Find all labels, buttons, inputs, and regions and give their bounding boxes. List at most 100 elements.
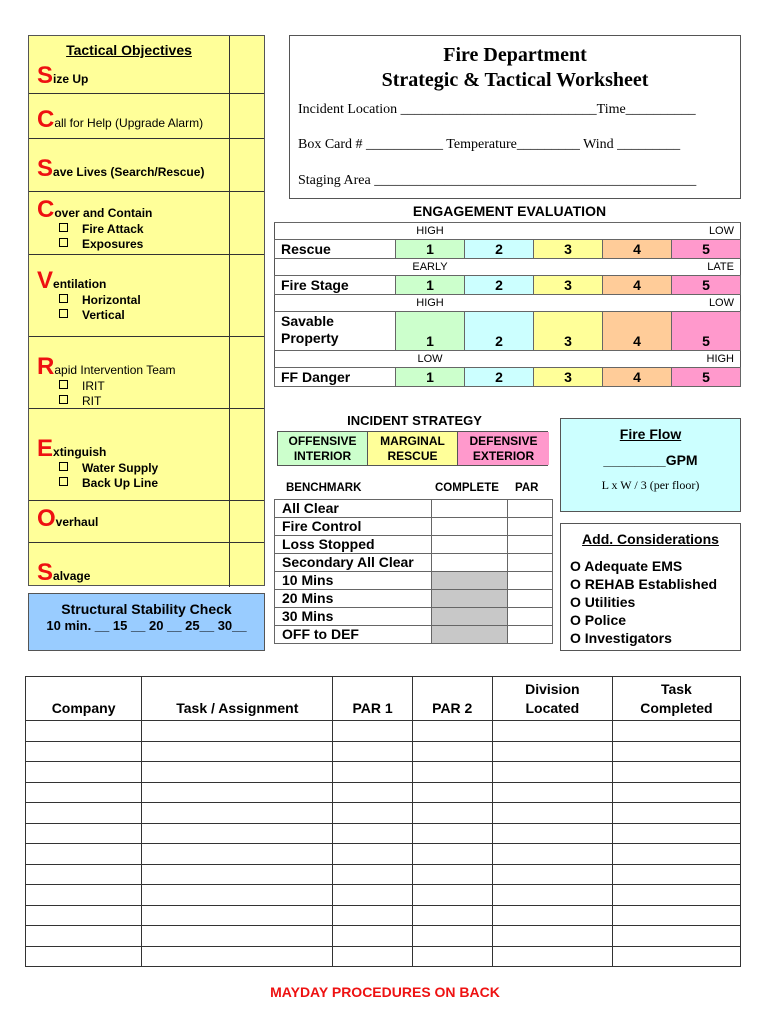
engagement-rating-cell[interactable]: 1 — [395, 311, 465, 351]
crew-cell[interactable] — [141, 945, 334, 967]
benchmark-par-cell[interactable] — [507, 499, 553, 518]
objective-sub-item[interactable]: Fire Attack — [59, 222, 144, 237]
crew-cell[interactable] — [332, 781, 413, 803]
crew-cell[interactable] — [611, 904, 742, 926]
crew-cell[interactable] — [332, 863, 413, 885]
crew-cell[interactable] — [141, 720, 334, 742]
engagement-rating-cell[interactable]: 2 — [464, 367, 534, 387]
benchmark-complete-cell[interactable] — [431, 553, 508, 572]
crew-cell[interactable] — [141, 863, 334, 885]
crew-cell[interactable] — [332, 720, 413, 742]
crew-cell[interactable] — [611, 822, 742, 844]
benchmark-complete-cell[interactable] — [431, 517, 508, 536]
engagement-rating-cell[interactable]: 1 — [395, 275, 465, 295]
crew-cell[interactable] — [611, 925, 742, 947]
crew-cell[interactable] — [491, 781, 613, 803]
objective-check-cell[interactable] — [229, 94, 264, 138]
crew-cell[interactable] — [611, 863, 742, 885]
crew-cell[interactable] — [491, 740, 613, 762]
crew-cell[interactable] — [141, 761, 334, 783]
crew-cell[interactable] — [332, 761, 413, 783]
engagement-rating-cell[interactable]: 2 — [464, 275, 534, 295]
objective-sub-item[interactable]: Exposures — [59, 237, 144, 252]
crew-cell[interactable] — [411, 863, 493, 885]
crew-cell[interactable] — [24, 884, 143, 906]
consideration-item[interactable]: O Utilities — [570, 593, 740, 611]
box-card-temp-wind-field[interactable]: Box Card # ___________ Temperature______… — [298, 137, 680, 153]
engagement-rating-cell[interactable]: 5 — [671, 311, 741, 351]
crew-cell[interactable] — [141, 884, 334, 906]
crew-cell[interactable] — [411, 802, 493, 824]
engagement-rating-cell[interactable]: 3 — [533, 311, 603, 351]
crew-cell[interactable] — [24, 822, 143, 844]
crew-cell[interactable] — [24, 863, 143, 885]
crew-cell[interactable] — [491, 822, 613, 844]
crew-cell[interactable] — [411, 781, 493, 803]
crew-cell[interactable] — [24, 843, 143, 865]
engagement-rating-cell[interactable]: 3 — [533, 367, 603, 387]
strategy-option-defensive[interactable]: DEFENSIVE EXTERIOR — [458, 432, 549, 465]
fire-flow-gpm-field[interactable]: ________GPM — [561, 452, 740, 468]
engagement-rating-cell[interactable]: 1 — [395, 239, 465, 259]
consideration-item[interactable]: O REHAB Established — [570, 575, 740, 593]
crew-cell[interactable] — [411, 720, 493, 742]
crew-cell[interactable] — [491, 761, 613, 783]
engagement-rating-cell[interactable]: 4 — [602, 275, 672, 295]
crew-cell[interactable] — [141, 781, 334, 803]
objective-check-cell[interactable] — [229, 36, 264, 93]
engagement-rating-cell[interactable]: 1 — [395, 367, 465, 387]
crew-cell[interactable] — [332, 884, 413, 906]
incident-location-time-field[interactable]: Incident Location ______________________… — [298, 102, 696, 118]
consideration-item[interactable]: O Adequate EMS — [570, 557, 740, 575]
checkbox-icon[interactable] — [59, 477, 68, 486]
crew-cell[interactable] — [332, 822, 413, 844]
crew-cell[interactable] — [141, 740, 334, 762]
strategy-option-offensive[interactable]: OFFENSIVE INTERIOR — [278, 432, 368, 465]
objective-sub-item[interactable]: Back Up Line — [59, 476, 158, 491]
crew-cell[interactable] — [491, 945, 613, 967]
structural-stability-times[interactable]: 10 min. __ 15 __ 20 __ 25__ 30__ — [29, 618, 264, 633]
crew-cell[interactable] — [411, 925, 493, 947]
crew-cell[interactable] — [411, 822, 493, 844]
benchmark-complete-cell[interactable] — [431, 535, 508, 554]
crew-cell[interactable] — [611, 761, 742, 783]
checkbox-icon[interactable] — [59, 223, 68, 232]
crew-cell[interactable] — [411, 945, 493, 967]
benchmark-par-cell[interactable] — [507, 625, 553, 644]
checkbox-icon[interactable] — [59, 294, 68, 303]
objective-check-cell[interactable] — [229, 501, 264, 542]
benchmark-par-cell[interactable] — [507, 553, 553, 572]
objective-sub-item[interactable]: RIT — [59, 394, 105, 409]
crew-cell[interactable] — [24, 781, 143, 803]
crew-cell[interactable] — [141, 904, 334, 926]
objective-check-cell[interactable] — [229, 139, 264, 191]
crew-cell[interactable] — [491, 843, 613, 865]
crew-cell[interactable] — [24, 720, 143, 742]
crew-cell[interactable] — [24, 802, 143, 824]
checkbox-icon[interactable] — [59, 380, 68, 389]
engagement-rating-cell[interactable]: 4 — [602, 367, 672, 387]
crew-cell[interactable] — [411, 884, 493, 906]
crew-cell[interactable] — [611, 802, 742, 824]
objective-sub-item[interactable]: Horizontal — [59, 293, 141, 308]
crew-cell[interactable] — [141, 843, 334, 865]
engagement-rating-cell[interactable]: 3 — [533, 275, 603, 295]
crew-cell[interactable] — [611, 843, 742, 865]
strategy-option-marginal[interactable]: MARGINAL RESCUE — [368, 432, 458, 465]
engagement-rating-cell[interactable]: 2 — [464, 311, 534, 351]
benchmark-par-cell[interactable] — [507, 517, 553, 536]
crew-cell[interactable] — [141, 925, 334, 947]
crew-cell[interactable] — [141, 822, 334, 844]
crew-cell[interactable] — [491, 802, 613, 824]
crew-cell[interactable] — [611, 740, 742, 762]
engagement-rating-cell[interactable]: 3 — [533, 239, 603, 259]
crew-cell[interactable] — [491, 720, 613, 742]
crew-cell[interactable] — [491, 863, 613, 885]
checkbox-icon[interactable] — [59, 309, 68, 318]
objective-sub-item[interactable]: Vertical — [59, 308, 141, 323]
crew-cell[interactable] — [24, 945, 143, 967]
crew-cell[interactable] — [24, 904, 143, 926]
crew-cell[interactable] — [411, 761, 493, 783]
checkbox-icon[interactable] — [59, 395, 68, 404]
staging-area-field[interactable]: Staging Area ___________________________… — [298, 173, 696, 189]
